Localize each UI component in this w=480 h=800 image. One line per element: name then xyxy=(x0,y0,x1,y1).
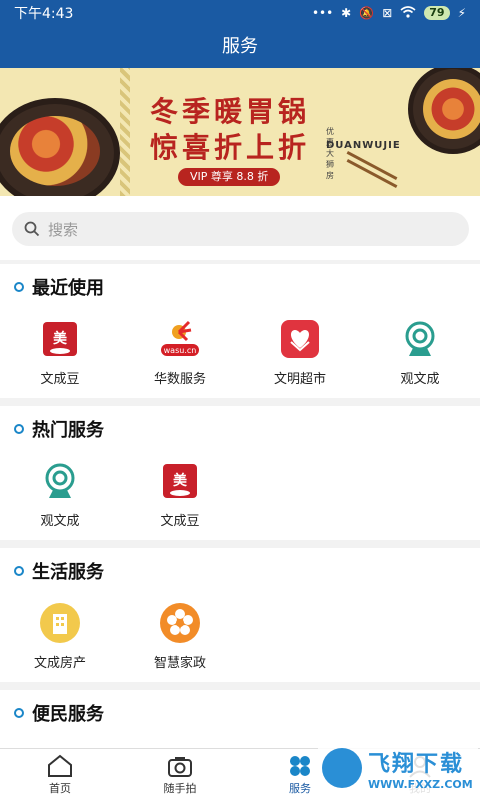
section-title-text: 最近使用 xyxy=(32,278,104,299)
service-label: 华数服务 xyxy=(153,372,206,387)
circle-bullet-icon xyxy=(14,282,24,292)
service-label: 文成房产 xyxy=(33,656,86,671)
service-grid: 观文成 美 文成豆 xyxy=(0,460,480,529)
section-title: 便民服务 xyxy=(14,700,104,726)
battery-badge: 79 xyxy=(424,6,450,20)
service-grid: 美 文成豆 wasu.cn 华数服务 文明超市 观文成 xyxy=(0,318,480,387)
service-label: 文成豆 xyxy=(160,514,200,529)
search-section: 搜索 xyxy=(0,196,480,260)
tab-home[interactable]: 首页 xyxy=(0,749,120,800)
flower-icon xyxy=(159,602,201,644)
mute-icon: 🔕 xyxy=(359,6,375,20)
status-time: 下午4:43 xyxy=(14,6,74,22)
watermark-en: WWW.FXXZ.COM xyxy=(368,777,473,791)
svg-text:美: 美 xyxy=(173,472,188,489)
close-box-icon: ⊠ xyxy=(382,6,393,20)
banner-vip-badge: VIP 尊享 8.8 折 xyxy=(178,168,281,186)
section-title: 最近使用 xyxy=(14,274,104,300)
wenchengdou-icon: 美 xyxy=(39,318,81,360)
service-guanwencheng[interactable]: 观文成 xyxy=(360,318,480,387)
watermark-logo-icon xyxy=(322,748,362,788)
camera-icon xyxy=(168,757,192,777)
banner-stripe xyxy=(120,68,130,196)
service-housekeeping[interactable]: 智慧家政 xyxy=(120,602,240,671)
service-label: 观文成 xyxy=(40,514,80,529)
handshake-heart-icon xyxy=(279,318,321,360)
section-recent: 最近使用 美 文成豆 wasu.cn 华数服务 文明超市 观文成 xyxy=(0,264,480,398)
status-icons: ••• ✱ 🔕 ⊠ 79 ⚡ xyxy=(311,5,466,21)
service-wasu[interactable]: wasu.cn 华数服务 xyxy=(120,318,240,387)
service-wenchengdou[interactable]: 美 文成豆 xyxy=(0,318,120,387)
section-title-text: 生活服务 xyxy=(32,562,104,583)
banner-brand-en: DUANWUJIE xyxy=(326,140,401,151)
wasu-icon: wasu.cn xyxy=(159,318,201,360)
webcam-icon xyxy=(399,318,441,360)
hotpot-image-right xyxy=(408,68,480,154)
tab-snapshot[interactable]: 随手拍 xyxy=(120,749,240,800)
search-input[interactable]: 搜索 xyxy=(12,212,469,246)
banner-headline-1: 冬季暖胃锅 xyxy=(150,95,311,128)
wifi-icon xyxy=(400,5,416,21)
svg-text:wasu.cn: wasu.cn xyxy=(164,346,197,355)
watermark: 飞翔下载 WWW.FXXZ.COM xyxy=(318,740,478,796)
status-bar: 下午4:43 ••• ✱ 🔕 ⊠ 79 ⚡ xyxy=(0,0,480,26)
dots-icon: ••• xyxy=(311,6,334,20)
service-guanwencheng[interactable]: 观文成 xyxy=(0,460,120,529)
service-civil-market[interactable]: 文明超市 xyxy=(240,318,360,387)
banner-brand-cn: 优惠大狮房 xyxy=(326,127,334,180)
tab-label: 服务 xyxy=(289,782,311,795)
service-wenchengdou[interactable]: 美 文成豆 xyxy=(120,460,240,529)
charging-icon: ⚡ xyxy=(457,6,466,20)
service-label: 文明超市 xyxy=(273,372,326,387)
banner-headline-2: 惊喜折上折 xyxy=(150,131,311,164)
tab-label: 首页 xyxy=(49,782,71,795)
section-title: 热门服务 xyxy=(14,416,104,442)
home-icon xyxy=(48,754,72,777)
search-placeholder: 搜索 xyxy=(48,220,79,239)
clover-icon xyxy=(290,756,310,776)
search-icon xyxy=(24,221,40,237)
service-label: 智慧家政 xyxy=(153,656,206,671)
section-title: 生活服务 xyxy=(14,558,104,584)
section-title-text: 热门服务 xyxy=(32,420,104,441)
section-popular: 热门服务 观文成 美 文成豆 xyxy=(0,406,480,540)
section-life: 生活服务 文成房产 智慧家政 xyxy=(0,548,480,682)
watermark-text: 飞翔下载 WWW.FXXZ.COM xyxy=(368,746,473,791)
circle-bullet-icon xyxy=(14,566,24,576)
tab-label: 随手拍 xyxy=(163,782,197,795)
service-real-estate[interactable]: 文成房产 xyxy=(0,602,120,671)
service-label: 观文成 xyxy=(400,372,440,387)
wenchengdou-icon: 美 xyxy=(159,460,201,502)
service-label: 文成豆 xyxy=(40,372,80,387)
circle-bullet-icon xyxy=(14,708,24,718)
svg-text:美: 美 xyxy=(53,330,68,347)
building-icon xyxy=(39,602,81,644)
service-grid: 文成房产 智慧家政 xyxy=(0,602,480,671)
bluetooth-icon: ✱ xyxy=(341,6,352,20)
hotpot-image-left xyxy=(0,98,120,196)
promo-banner[interactable]: 冬季暖胃锅 惊喜折上折 VIP 尊享 8.8 折 优惠大狮房 DUANWUJIE xyxy=(0,68,480,196)
page-title: 服务 xyxy=(0,26,480,68)
watermark-cn: 飞翔下载 xyxy=(368,751,465,777)
section-title-text: 便民服务 xyxy=(32,704,104,725)
circle-bullet-icon xyxy=(14,424,24,434)
webcam-icon xyxy=(39,460,81,502)
